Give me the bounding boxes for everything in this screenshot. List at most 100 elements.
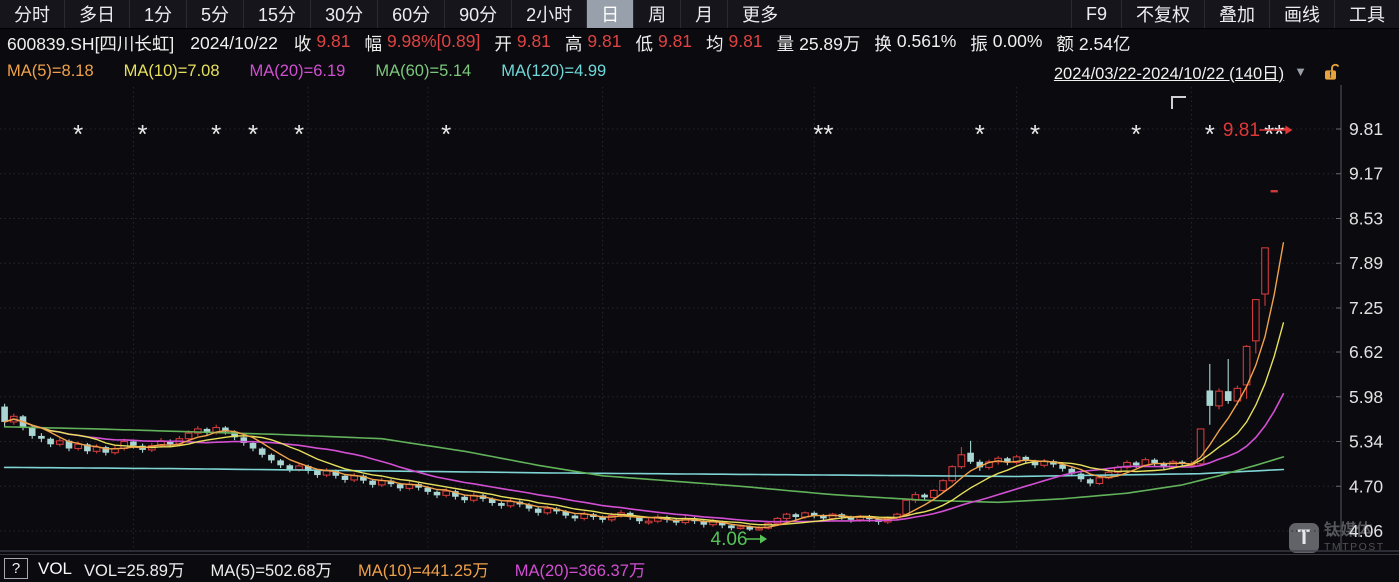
y-axis-label: 7.89 (1349, 253, 1383, 273)
candle-body-up (645, 521, 652, 523)
field-label: 开 (494, 31, 512, 56)
candle-body-up (783, 514, 790, 518)
candle-body-up (756, 528, 763, 530)
last-price-annotation: 9.81 (1223, 120, 1260, 141)
candle-body-down (1087, 479, 1094, 483)
date-range-selector[interactable]: 2024/03/22-2024/10/22 (140日) (1054, 60, 1284, 84)
toolbar-button-工具[interactable]: 工具 (1334, 0, 1399, 28)
tab-30分[interactable]: 30分 (310, 0, 377, 28)
low-price-annotation: 4.06 (711, 529, 748, 550)
event-marker-asterisk: * (294, 119, 304, 149)
field-value: 0.561% (897, 31, 956, 56)
volume-legend-item: VOL=25.89万 (84, 557, 184, 581)
stock-chart-app: 分时多日1分5分15分30分60分90分2小时日周月更多F9不复权叠加画线工具 … (0, 0, 1399, 581)
event-marker-asterisk: * (211, 119, 221, 149)
candle-body-up (1216, 391, 1223, 406)
period-toolbar: 分时多日1分5分15分30分60分90分2小时日周月更多 F9不复权叠加画线工具 (0, 0, 1399, 29)
corner-bracket-mark (1172, 97, 1186, 109)
field-value: 9.81 (517, 31, 551, 56)
candle-body-down (130, 442, 137, 446)
event-marker-asterisk: * (138, 119, 148, 149)
candle-body-up (931, 490, 938, 497)
candle-body-down (397, 484, 404, 488)
help-icon[interactable]: ? (4, 558, 28, 579)
tab-15分[interactable]: 15分 (243, 0, 310, 28)
y-axis-label: 9.17 (1349, 164, 1383, 184)
tab-90分[interactable]: 90分 (444, 0, 511, 28)
svg-text:!: ! (1329, 69, 1332, 79)
event-marker-asterisk: * (441, 119, 451, 149)
tab-分时[interactable]: 分时 (0, 0, 64, 28)
tab-日[interactable]: 日 (586, 0, 633, 28)
candle-body-down (535, 509, 542, 513)
candle-body-down (369, 481, 376, 485)
candle-body-up (507, 502, 514, 506)
quote-field: 均9.81 (706, 31, 763, 56)
field-label: 收 (294, 31, 312, 56)
candle-body-down (277, 460, 284, 465)
y-axis-label: 8.53 (1349, 208, 1383, 228)
toolbar-button-F9[interactable]: F9 (1071, 0, 1121, 28)
candle-body-down (287, 465, 294, 469)
y-axis-label: 9.81 (1349, 119, 1383, 139)
candle-body-up (57, 441, 64, 444)
chevron-down-icon[interactable]: ▼ (1294, 64, 1307, 79)
quote-field: 收9.81 (294, 31, 351, 56)
candle-body-down (1207, 390, 1214, 405)
field-label: 换 (874, 31, 892, 56)
quote-field: 额2.54亿 (1056, 31, 1130, 56)
quote-field: 振0.00% (970, 31, 1042, 56)
tab-更多[interactable]: 更多 (727, 0, 792, 28)
volume-legend-item: MA(10)=441.25万 (358, 557, 489, 581)
tab-60分[interactable]: 60分 (377, 0, 444, 28)
field-label: 高 (565, 31, 583, 56)
toolbar-button-画线[interactable]: 画线 (1269, 0, 1334, 28)
tab-2小时[interactable]: 2小时 (511, 0, 586, 28)
candlestick-chart[interactable]: **************9.819.178.537.897.256.625.… (0, 85, 1399, 554)
event-marker-asterisk: * (975, 119, 985, 149)
limit-candle (1271, 190, 1278, 192)
toolbar-spacer (792, 0, 1071, 28)
candle-body-up (829, 514, 836, 518)
candle-body-down (967, 453, 974, 462)
field-label: 均 (706, 31, 724, 56)
y-axis-label: 4.06 (1349, 521, 1383, 541)
ma-legend-item: MA(120)=4.99 (501, 62, 606, 81)
event-marker-asterisk: * (1030, 119, 1040, 149)
candle-body-up (903, 500, 910, 514)
volume-legend-item: MA(20)=366.37万 (515, 557, 646, 581)
volume-legend-item: MA(5)=502.68万 (210, 557, 332, 581)
event-marker-asterisk: * (1205, 119, 1215, 149)
ma-legend-item: MA(10)=7.08 (124, 62, 220, 81)
tab-月[interactable]: 月 (680, 0, 727, 28)
toolbar-button-不复权[interactable]: 不复权 (1121, 0, 1204, 28)
candle-body-down (250, 443, 257, 449)
y-axis-label: 7.25 (1349, 298, 1383, 318)
field-value: 9.98%[0.89] (387, 31, 480, 56)
candle-body-down (314, 471, 321, 475)
event-marker-asterisk: * (1131, 119, 1141, 149)
field-label: 幅 (364, 31, 382, 56)
ma-legend-items: MA(5)=8.18MA(10)=7.08MA(20)=6.19MA(60)=5… (7, 62, 636, 81)
event-marker-asterisk: * (248, 119, 258, 149)
candle-body-up (581, 514, 588, 518)
volume-pane-title: VOL (38, 559, 72, 579)
tab-多日[interactable]: 多日 (64, 0, 129, 28)
tab-周[interactable]: 周 (633, 0, 680, 28)
candle-body-up (185, 433, 192, 439)
y-axis-label: 6.62 (1349, 342, 1383, 362)
candle-body-down (498, 503, 505, 506)
ma-legend-bar: MA(5)=8.18MA(10)=7.08MA(20)=6.19MA(60)=5… (0, 58, 1399, 85)
y-axis-label: 4.70 (1349, 476, 1383, 496)
tab-5分[interactable]: 5分 (186, 0, 243, 28)
field-label: 低 (635, 31, 653, 56)
low-price-arrowhead (760, 535, 767, 544)
lock-icon[interactable]: ! (1321, 62, 1341, 82)
candle-body-down (1, 407, 8, 422)
tab-1分[interactable]: 1分 (129, 0, 186, 28)
y-axis-label: 5.98 (1349, 387, 1383, 407)
candle-body-up (544, 509, 551, 513)
toolbar-button-叠加[interactable]: 叠加 (1204, 0, 1269, 28)
ma-legend-item: MA(20)=6.19 (250, 62, 346, 81)
quote-field: 开9.81 (494, 31, 551, 56)
